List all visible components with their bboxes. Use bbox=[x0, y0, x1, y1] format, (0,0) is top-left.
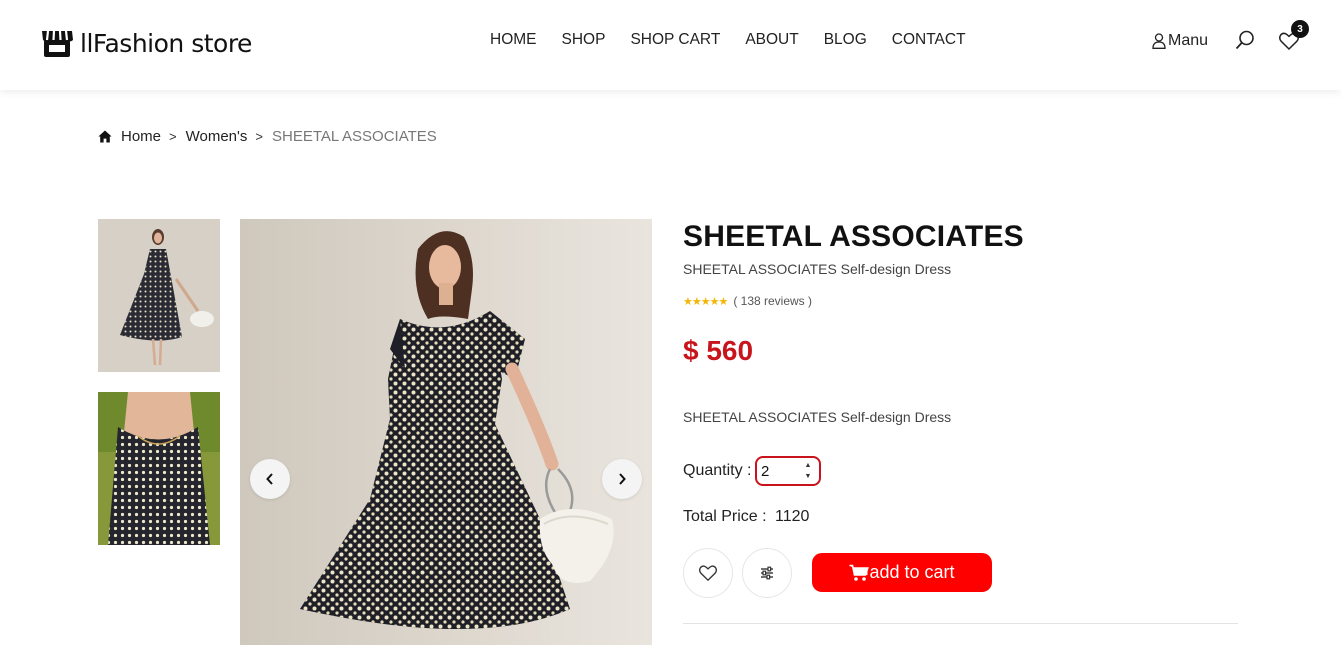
main-nav: HOME SHOP SHOP CART ABOUT BLOG CONTACT bbox=[490, 31, 966, 49]
nav-home[interactable]: HOME bbox=[490, 31, 537, 49]
product-rating: ★★★★★ ( 138 reviews ) bbox=[683, 294, 812, 308]
decrement-icon[interactable]: ▼ bbox=[805, 472, 812, 481]
product-subtitle: SHEETAL ASSOCIATES Self-design Dress bbox=[683, 261, 952, 277]
add-to-wishlist-button[interactable] bbox=[683, 548, 733, 598]
user-icon bbox=[1152, 33, 1166, 49]
site-header: llFashion store HOME SHOP SHOP CART ABOU… bbox=[0, 0, 1341, 90]
total-price-value: 1120 bbox=[775, 508, 810, 525]
chevron-right-icon bbox=[619, 473, 626, 485]
dress-thumbnail-image bbox=[98, 219, 220, 372]
user-name: Manu bbox=[1168, 32, 1209, 49]
breadcrumb-separator: > bbox=[255, 129, 263, 144]
add-to-cart-button[interactable]: add to cart bbox=[812, 553, 992, 592]
product-description: SHEETAL ASSOCIATES Self-design Dress bbox=[683, 409, 952, 425]
compare-button[interactable] bbox=[742, 548, 792, 598]
thumbnail-full-dress[interactable] bbox=[98, 219, 220, 372]
breadcrumb-current: SHEETAL ASSOCIATES bbox=[271, 128, 437, 145]
total-price-label: Total Price : bbox=[683, 508, 767, 525]
user-account-link[interactable]: Manu bbox=[1152, 32, 1208, 50]
wishlist-count-badge: 3 bbox=[1291, 20, 1309, 38]
add-to-cart-label: add to cart bbox=[869, 562, 955, 582]
quantity-label: Quantity : bbox=[683, 462, 752, 479]
logo-text: llFashion store bbox=[80, 28, 252, 58]
divider bbox=[683, 623, 1238, 624]
next-image-button[interactable] bbox=[602, 459, 642, 499]
product-title: SHEETAL ASSOCIATES bbox=[683, 220, 1024, 253]
breadcrumb-category[interactable]: Women's bbox=[186, 128, 248, 145]
product-price: $ 560 bbox=[683, 335, 754, 366]
thumbnail-closeup[interactable] bbox=[98, 392, 220, 545]
home-icon bbox=[98, 130, 112, 143]
site-logo[interactable]: llFashion store bbox=[40, 27, 252, 59]
review-count[interactable]: ( 138 reviews ) bbox=[733, 294, 812, 308]
nav-about[interactable]: ABOUT bbox=[745, 31, 798, 49]
closeup-thumbnail-image bbox=[98, 392, 220, 545]
chevron-left-icon bbox=[266, 473, 273, 485]
cart-icon bbox=[849, 564, 870, 581]
heart-icon bbox=[698, 565, 718, 582]
store-icon bbox=[42, 30, 73, 57]
product-main-image bbox=[240, 219, 652, 645]
prev-image-button[interactable] bbox=[250, 459, 290, 499]
nav-shop-cart[interactable]: SHOP CART bbox=[630, 31, 720, 49]
rating-stars: ★★★★★ bbox=[683, 295, 728, 308]
increment-icon[interactable]: ▲ bbox=[805, 461, 812, 470]
breadcrumb: Home > Women's > SHEETAL ASSOCIATES bbox=[98, 128, 437, 145]
nav-contact[interactable]: CONTACT bbox=[892, 31, 966, 49]
nav-blog[interactable]: BLOG bbox=[824, 31, 867, 49]
search-icon[interactable] bbox=[1234, 29, 1256, 51]
sliders-icon bbox=[761, 566, 773, 580]
dress-photo bbox=[240, 219, 652, 645]
breadcrumb-home[interactable]: Home bbox=[121, 128, 161, 145]
nav-shop[interactable]: SHOP bbox=[562, 31, 606, 49]
quantity-spinner-arrows[interactable]: ▲ ▼ bbox=[803, 461, 813, 481]
breadcrumb-separator: > bbox=[169, 129, 177, 144]
